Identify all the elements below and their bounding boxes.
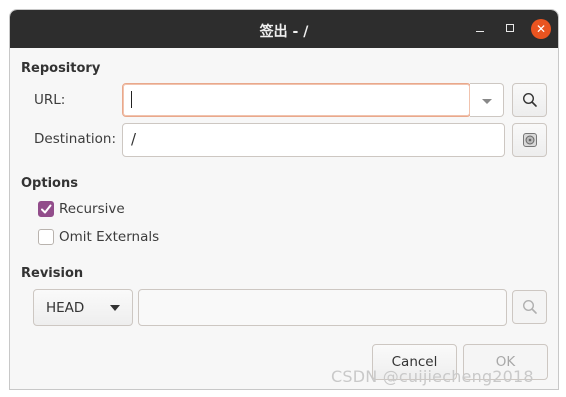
revision-section-title: Revision — [21, 266, 84, 281]
options-section-title: Options — [21, 176, 78, 191]
recursive-checkbox[interactable] — [38, 201, 54, 217]
browse-url-button[interactable] — [512, 83, 547, 117]
omit-externals-label[interactable]: Omit Externals — [59, 229, 159, 245]
browse-revision-button[interactable] — [512, 290, 547, 324]
close-button[interactable]: ✕ — [531, 19, 551, 39]
minimize-icon — [476, 30, 484, 33]
destination-input[interactable]: / — [122, 123, 505, 157]
checkout-dialog: 签出 - / ✕ Repository URL: Destination: / … — [9, 9, 559, 390]
url-label: URL: — [34, 92, 66, 108]
text-caret — [131, 91, 132, 108]
url-history-dropdown[interactable] — [470, 83, 504, 117]
close-icon: ✕ — [535, 22, 547, 36]
maximize-icon — [506, 23, 514, 32]
checkmark-icon — [41, 204, 52, 214]
minimize-button[interactable] — [470, 19, 490, 39]
revision-type-select[interactable]: HEAD — [33, 289, 133, 326]
maximize-button[interactable] — [500, 19, 520, 39]
revision-type-value: HEAD — [46, 300, 85, 316]
chevron-down-icon — [110, 305, 120, 311]
url-input[interactable] — [122, 83, 471, 117]
browse-destination-button[interactable] — [512, 123, 547, 157]
destination-label: Destination: — [34, 131, 117, 147]
repository-section-title: Repository — [21, 61, 101, 76]
revision-input[interactable] — [138, 289, 507, 326]
title-bar[interactable]: 签出 - / ✕ — [10, 10, 558, 48]
search-icon — [522, 92, 537, 107]
watermark: CSDN @cuijiecheng2018 — [331, 367, 534, 386]
recursive-label[interactable]: Recursive — [59, 201, 125, 217]
omit-externals-checkbox[interactable] — [38, 229, 54, 245]
disk-icon — [523, 133, 537, 147]
search-icon — [522, 299, 537, 314]
